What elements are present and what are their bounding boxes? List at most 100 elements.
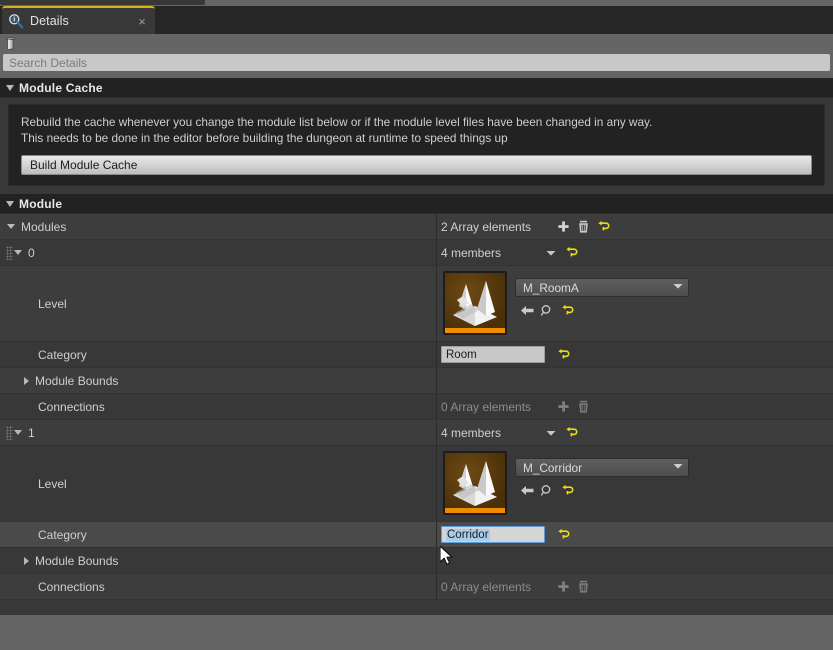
tab-details-label: Details	[30, 14, 69, 28]
magnifier-icon[interactable]	[537, 481, 557, 499]
property-row-connections-0[interactable]: Connections 0 Array elements	[0, 394, 833, 420]
section-header-module[interactable]: Module	[0, 194, 833, 214]
modules-array-count: 2 Array elements	[441, 219, 532, 234]
level-action-buttons-0	[517, 301, 689, 319]
triangle-down-icon[interactable]	[7, 224, 15, 229]
level-asset-name-1: M_Corridor	[523, 460, 582, 475]
search-input[interactable]	[3, 54, 830, 71]
property-label-category: Category	[38, 347, 87, 362]
property-row-connections-1[interactable]: Connections 0 Array elements	[0, 574, 833, 600]
triangle-right-icon[interactable]	[24, 556, 29, 565]
members-count-1: 4 members	[441, 425, 502, 440]
chevron-down-icon	[672, 280, 684, 295]
level-action-buttons-1	[517, 481, 689, 499]
triangle-down-icon	[6, 84, 14, 91]
reset-arrow-icon[interactable]	[557, 481, 577, 499]
property-label-level: Level	[38, 476, 67, 491]
property-label-level: Level	[38, 296, 67, 311]
property-row-category-1[interactable]: Category Corridor	[0, 522, 833, 548]
property-label-cell: Module Bounds	[0, 368, 437, 393]
property-value-cell	[437, 548, 833, 573]
array-index-label-0: 0	[28, 245, 35, 260]
chevron-down-icon[interactable]	[541, 424, 561, 442]
triangle-down-icon	[6, 200, 14, 207]
window-bottom-filler	[0, 615, 833, 650]
chevron-down-icon	[672, 460, 684, 475]
arrow-left-icon[interactable]	[517, 481, 537, 499]
level-asset-name-0: M_RoomA	[523, 280, 579, 295]
plus-icon[interactable]	[553, 578, 573, 596]
property-label-cell: Category	[0, 342, 437, 367]
thumbnail-orange-bar	[445, 328, 505, 333]
level-asset-combo-0[interactable]: M_RoomA	[515, 278, 689, 297]
drag-handle-icon[interactable]	[6, 425, 13, 440]
trash-icon[interactable]	[573, 218, 593, 236]
details-toolbar	[0, 34, 833, 54]
tab-details[interactable]: Details ×	[2, 6, 155, 34]
module-cache-description-line2: This needs to be done in the editor befo…	[21, 131, 508, 145]
property-value-cell: M_Corridor	[437, 446, 833, 521]
magnifier-icon[interactable]	[537, 301, 557, 319]
property-row-module-bounds-0[interactable]: Module Bounds	[0, 368, 833, 394]
property-label-cell: 0	[0, 240, 437, 265]
window-tabwell-shadow	[0, 0, 205, 5]
level-asset-controls: M_Corridor	[515, 451, 689, 499]
property-value-cell: 0 Array elements	[437, 394, 833, 419]
property-row-module-bounds-1[interactable]: Module Bounds	[0, 548, 833, 574]
reset-arrow-icon[interactable]	[553, 526, 573, 544]
reset-arrow-icon[interactable]	[593, 218, 613, 236]
close-icon[interactable]: ×	[135, 15, 149, 28]
array-index-label-1: 1	[28, 425, 35, 440]
array-element-row-0[interactable]: 0 4 members	[0, 240, 833, 266]
chevron-down-icon[interactable]	[541, 244, 561, 262]
property-label-cell: Level	[0, 446, 437, 521]
trash-icon[interactable]	[573, 398, 593, 416]
level-thumbnail-1[interactable]	[443, 451, 507, 515]
trash-icon[interactable]	[573, 578, 593, 596]
arrow-left-icon[interactable]	[517, 301, 537, 319]
category-input-0[interactable]: Room	[441, 346, 545, 363]
plus-icon[interactable]	[553, 398, 573, 416]
section-header-module-cache[interactable]: Module Cache	[0, 78, 833, 98]
property-row-category-0[interactable]: Category Room	[0, 342, 833, 368]
property-value-cell: Room	[437, 342, 833, 367]
triangle-down-icon[interactable]	[14, 430, 22, 435]
reset-arrow-icon[interactable]	[557, 301, 577, 319]
category-input-1[interactable]: Corridor	[441, 526, 545, 543]
section-title-module: Module	[19, 196, 63, 211]
property-value-cell: 4 members	[437, 240, 833, 265]
property-value-cell: 0 Array elements	[437, 574, 833, 599]
thumbnail-orange-bar	[445, 508, 505, 513]
property-label-module-bounds: Module Bounds	[35, 373, 119, 388]
property-label-connections: Connections	[38, 579, 105, 594]
triangle-down-icon[interactable]	[14, 250, 22, 255]
details-panel-body: Module Cache Rebuild the cache whenever …	[0, 78, 833, 615]
property-value-cell	[437, 368, 833, 393]
members-count-0: 4 members	[441, 245, 502, 260]
connections-array-count-0: 0 Array elements	[441, 399, 532, 414]
build-module-cache-button[interactable]: Build Module Cache	[21, 155, 812, 175]
property-row-modules[interactable]: Modules 2 Array elements	[0, 214, 833, 240]
array-element-row-1[interactable]: 1 4 members	[0, 420, 833, 446]
column-object-icon[interactable]	[3, 35, 21, 53]
triangle-right-icon[interactable]	[24, 376, 29, 385]
property-label-cell: Modules	[0, 214, 437, 239]
reset-arrow-icon[interactable]	[561, 244, 581, 262]
property-rows: Modules 2 Array elements 0 4 members Lev…	[0, 214, 833, 600]
property-label-cell: Connections	[0, 394, 437, 419]
category-input-selected-text: Corridor	[446, 528, 490, 541]
reset-arrow-icon[interactable]	[553, 346, 573, 364]
level-asset-combo-1[interactable]: M_Corridor	[515, 458, 689, 477]
level-thumbnail-0[interactable]	[443, 271, 507, 335]
property-row-level-0[interactable]: Level M_RoomA	[0, 266, 833, 342]
property-label-category: Category	[38, 527, 87, 542]
property-label-connections: Connections	[38, 399, 105, 414]
reset-arrow-icon[interactable]	[561, 424, 581, 442]
property-label-cell: Category	[0, 522, 437, 547]
plus-icon[interactable]	[553, 218, 573, 236]
property-label-cell: Module Bounds	[0, 548, 437, 573]
property-value-cell: 4 members	[437, 420, 833, 445]
search-row	[0, 54, 833, 74]
drag-handle-icon[interactable]	[6, 245, 13, 260]
property-row-level-1[interactable]: Level M_Corridor	[0, 446, 833, 522]
